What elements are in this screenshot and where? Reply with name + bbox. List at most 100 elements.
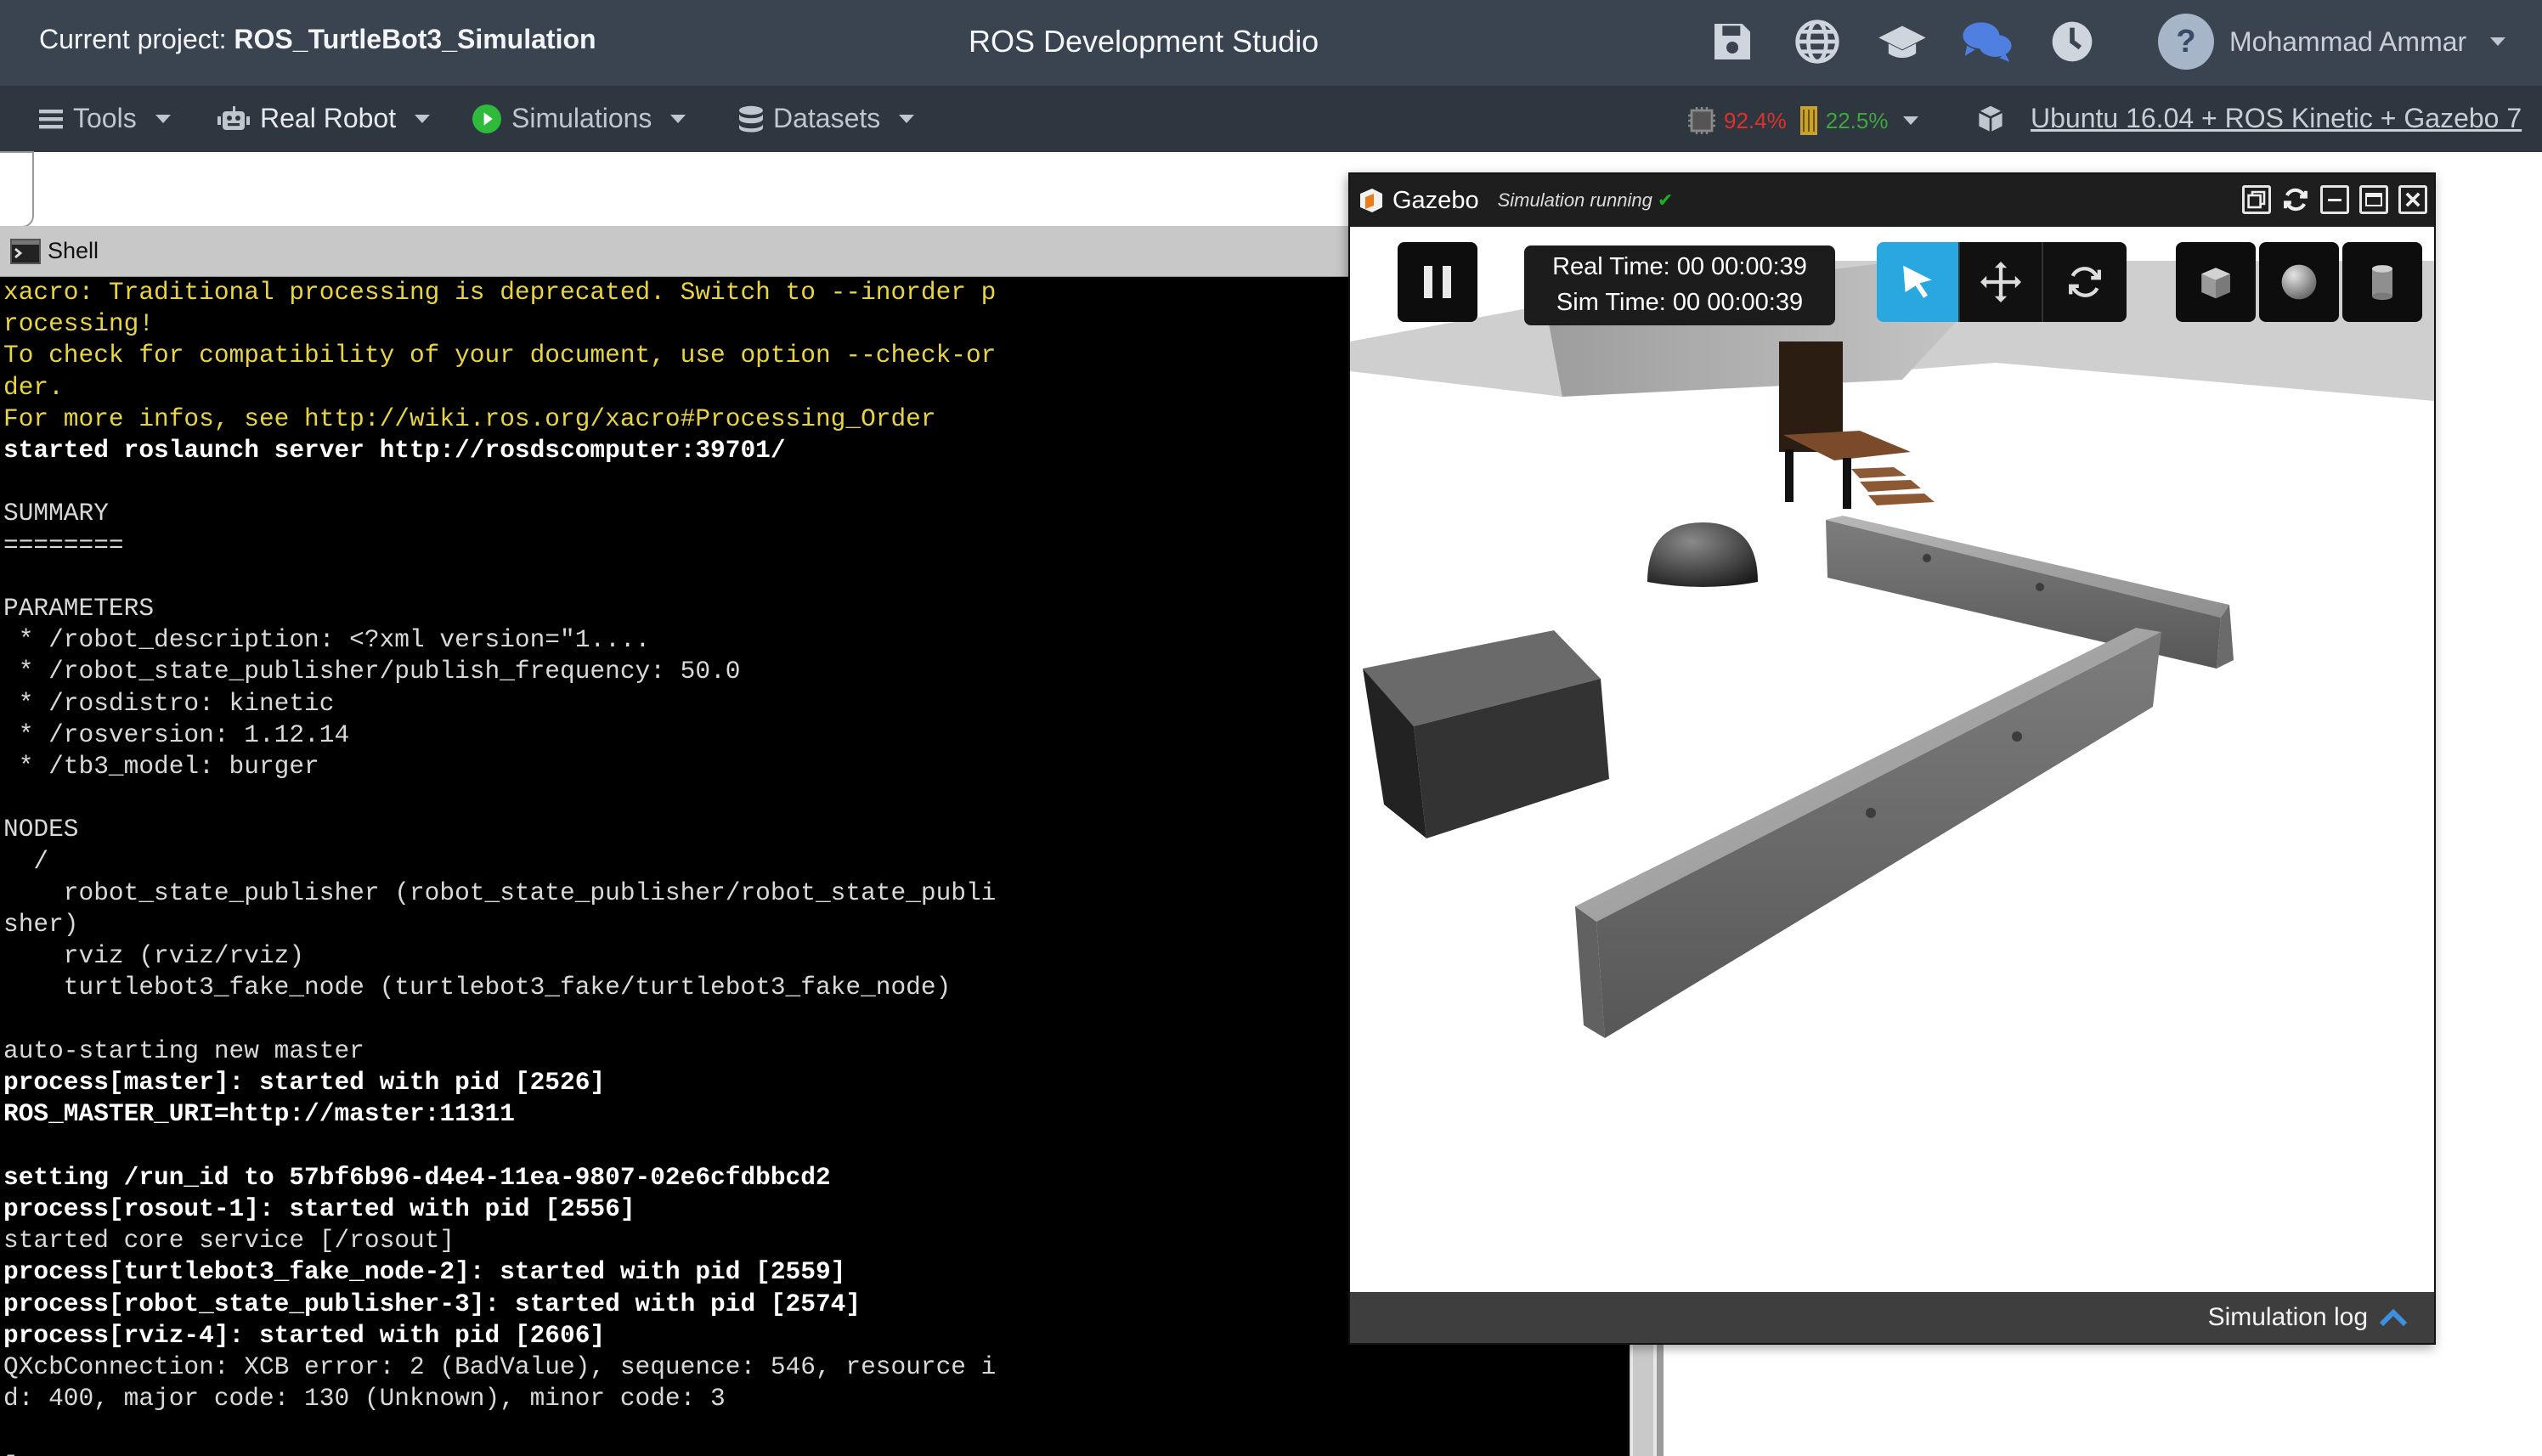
terminal-output[interactable]: xacro: Traditional processing is depreca… [3, 277, 1349, 1456]
terminal-line: sher) [3, 910, 79, 940]
rotate-mode-button[interactable] [2043, 242, 2127, 322]
select-mode-button[interactable] [1877, 242, 1960, 322]
terminal-line: rviz (rviz/rviz) [3, 941, 305, 971]
avatar: ? [2158, 14, 2214, 70]
close-window-icon[interactable] [2398, 185, 2427, 214]
menu-real-robot-label: Real Robot [260, 103, 397, 133]
menu-simulations-label: Simulations [511, 103, 652, 133]
menu-simulations[interactable]: Simulations [472, 103, 686, 134]
chevron-down-icon [2490, 37, 2506, 46]
menu-tools[interactable]: Tools [39, 103, 171, 134]
terminal-line: process[rosout-1]: started with pid [255… [3, 1194, 636, 1223]
window-tab-edge[interactable] [0, 151, 34, 228]
terminal-line: rocessing! [3, 309, 155, 339]
terminal-line: turtlebot3_fake_node (turtlebot3_fake/tu… [3, 973, 952, 1002]
graduation-cap-icon[interactable] [1876, 15, 1929, 68]
environment-link[interactable]: Ubuntu 16.04 + ROS Kinetic + Gazebo 7 [2031, 103, 2522, 134]
user-menu[interactable]: ? Mohammad Ammar [2158, 14, 2506, 70]
gazebo-titlebar[interactable]: Gazebo Simulation running ✔ [1350, 174, 2434, 227]
box-shape-button[interactable] [2176, 242, 2256, 322]
terminal-line: d: 400, major code: 130 (Unknown), minor… [3, 1384, 726, 1414]
globe-icon[interactable] [1791, 15, 1844, 68]
chevron-up-icon [2379, 1308, 2408, 1327]
gazebo-window[interactable]: Gazebo Simulation running ✔ Real Time: 0… [1348, 172, 2436, 1345]
save-icon[interactable] [1706, 15, 1759, 68]
pause-button[interactable] [1398, 242, 1477, 322]
terminal-line: PARAMETERS [3, 594, 155, 624]
simulation-log-label: Simulation log [2207, 1303, 2368, 1331]
check-icon: ✔ [1657, 189, 1674, 211]
chat-icon[interactable] [1961, 15, 2014, 68]
terminal-line: / [3, 846, 49, 876]
cylinder-icon [2372, 265, 2392, 301]
terminal-line: SUMMARY [3, 499, 109, 528]
cursor-icon [1903, 265, 1932, 298]
translate-mode-button[interactable] [1960, 242, 2043, 322]
pane-divider[interactable] [1657, 1342, 1664, 1456]
terminal-line: * /rosdistro: kinetic [3, 688, 335, 718]
user-name: Mohammad Ammar [2229, 25, 2467, 57]
project-name[interactable]: ROS_TurtleBot3_Simulation [234, 24, 596, 54]
simulation-log-bar[interactable]: Simulation log [1350, 1292, 2434, 1343]
terminal-line: process[robot_state_publisher-3]: starte… [3, 1289, 861, 1318]
gazebo-logo-icon [1360, 189, 1382, 212]
terminal-line: * /robot_state_publisher/publish_frequen… [3, 657, 741, 686]
hamburger-icon [39, 109, 63, 128]
terminal-line: der. [3, 372, 64, 402]
memory-icon [1799, 106, 1817, 135]
terminal-line: ROS_MASTER_URI=http://master:11311 [3, 1099, 515, 1129]
window-controls [2242, 185, 2427, 214]
terminal-line: ======== [3, 530, 124, 560]
database-icon [739, 105, 763, 133]
terminal-line: * /rosversion: 1.12.14 [3, 720, 350, 749]
app-title: ROS Development Studio [969, 24, 1319, 59]
terminal-line: To check for compatibility of your docum… [3, 341, 997, 370]
terminal-line: process[turtlebot3_fake_node-2]: started… [3, 1257, 846, 1287]
cube-icon [1978, 105, 2003, 132]
menu-datasets-label: Datasets [773, 103, 881, 133]
terminal-icon [10, 238, 41, 264]
play-circle-icon [472, 104, 501, 133]
cpu-usage: 92.4% [1724, 107, 1787, 133]
resource-usage[interactable]: 92.4% 22.5% [1686, 104, 1919, 137]
top-bar: Current project: ROS_TurtleBot3_Simulati… [0, 0, 2542, 86]
terminal-line: started core service [/rosout] [3, 1226, 455, 1256]
cpu-icon [1688, 107, 1715, 134]
terminal-line: robot_state_publisher (robot_state_publi… [3, 878, 997, 907]
real-time: Real Time: 00 00:00:39 [1552, 253, 1807, 280]
restore-window-icon[interactable] [2242, 185, 2271, 214]
menu-bar: Tools Real Robot Simulations Datasets 92… [0, 86, 2542, 152]
terminal-line: * /tb3_model: burger [3, 752, 319, 782]
minimize-window-icon[interactable] [2320, 185, 2349, 214]
terminal-line: process[rviz-4]: started with pid [2606] [3, 1320, 606, 1350]
clock-icon[interactable] [2046, 15, 2099, 68]
terminal-line: auto-starting new master [3, 1036, 364, 1065]
robot-icon [217, 105, 250, 130]
chevron-down-icon [1903, 116, 1919, 125]
menu-datasets[interactable]: Datasets [739, 103, 915, 134]
maximize-window-icon[interactable] [2359, 185, 2388, 214]
header-actions [1706, 15, 2099, 68]
shell-title: Shell [48, 238, 99, 263]
terminal-line: process[master]: started with pid [2526] [3, 1068, 606, 1098]
menu-real-robot[interactable]: Real Robot [217, 103, 431, 134]
shell-titlebar[interactable]: Shell [0, 226, 1351, 277]
shell-scrollbar-thumb[interactable] [1633, 1342, 1653, 1456]
terminal-line: ▯ [3, 1447, 1349, 1456]
gazebo-3d-viewport[interactable] [1350, 227, 2434, 1294]
cylinder-shape-button[interactable] [2342, 242, 2422, 322]
cube-icon [2201, 268, 2230, 299]
refresh-icon[interactable] [2281, 185, 2310, 214]
sphere-shape-button[interactable] [2259, 242, 2339, 322]
simulation-status: Simulation running [1497, 189, 1652, 211]
terminal-line: xacro: Traditional processing is depreca… [3, 278, 997, 307]
terminal-line: started roslaunch server http://rosdscom… [3, 436, 786, 466]
terminal-line: NODES [3, 815, 79, 844]
gazebo-title: Gazebo [1392, 186, 1479, 214]
rotate-icon [2069, 267, 2101, 297]
